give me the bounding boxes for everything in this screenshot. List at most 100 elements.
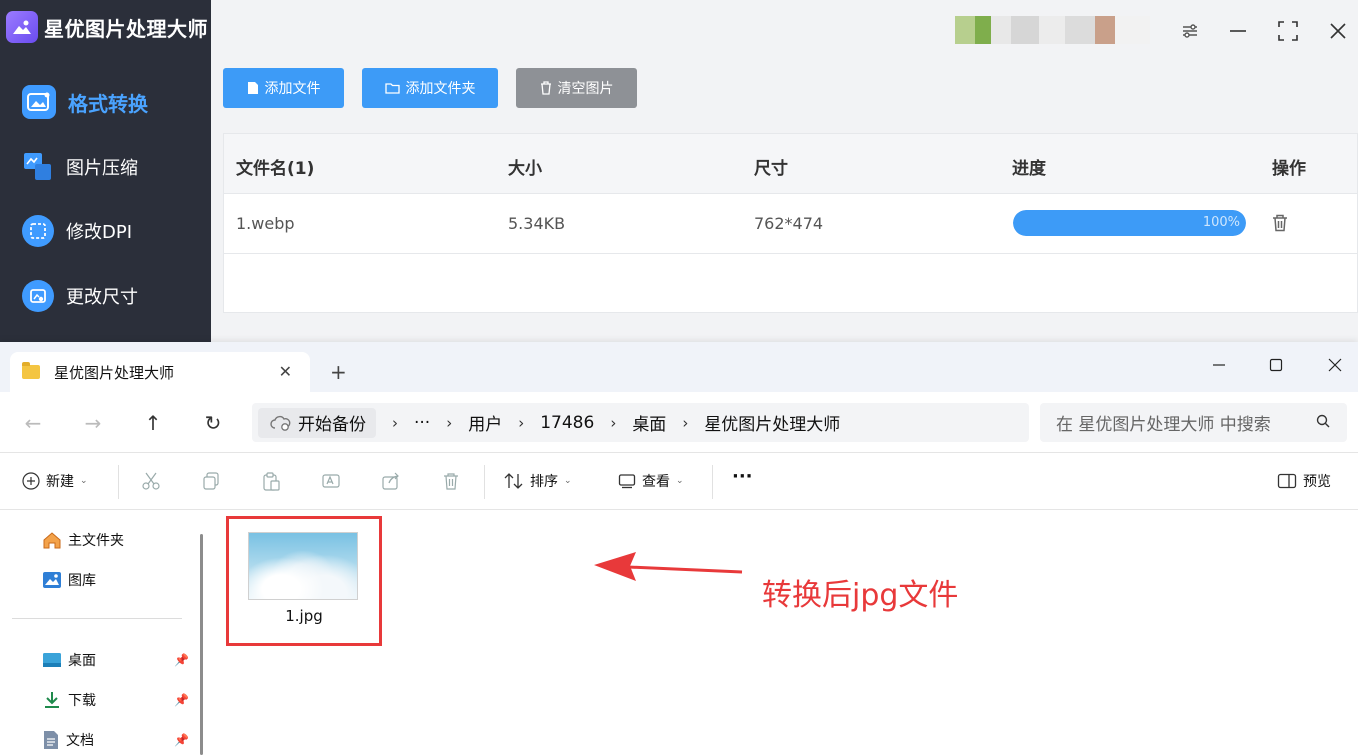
preview-pane-icon <box>1277 473 1297 489</box>
file-name: 1.jpg <box>285 607 323 625</box>
file-thumbnail <box>248 532 358 600</box>
cell-filename: 1.webp <box>236 214 295 233</box>
annotation-text: 转换后jpg文件 <box>762 578 959 613</box>
divider <box>118 465 119 499</box>
forward-icon[interactable]: → <box>80 410 106 436</box>
new-button[interactable]: 新建 ⌄ <box>22 471 88 491</box>
resize-icon <box>22 280 54 312</box>
up-icon[interactable]: ↑ <box>140 410 166 436</box>
add-file-button[interactable]: 添加文件 <box>223 68 344 108</box>
divider <box>484 465 485 499</box>
refresh-icon[interactable]: ↻ <box>200 410 226 436</box>
folder-icon <box>22 362 40 379</box>
minimize-icon[interactable] <box>1225 18 1251 44</box>
explorer-minimize-icon[interactable] <box>1204 350 1234 380</box>
file-add-icon <box>247 82 258 94</box>
column-header-progress: 进度 <box>1012 159 1046 179</box>
explorer-tab[interactable]: 星优图片处理大师 ✕ <box>10 352 310 392</box>
chevron-right-icon: › <box>610 413 617 432</box>
nav-item-dpi[interactable]: 修改DPI <box>22 215 132 247</box>
rename-icon[interactable] <box>320 470 342 492</box>
nav-item-format-convert[interactable]: 格式转换 <box>22 85 148 119</box>
sidebar-item-gallery[interactable]: 图库 <box>42 570 96 590</box>
app-logo: 星优图片处理大师 <box>6 11 208 43</box>
view-label: 查看 <box>642 474 670 490</box>
plus-circle-icon <box>22 472 40 490</box>
sort-button[interactable]: 排序 ⌄ <box>504 471 572 491</box>
image-convert-icon <box>22 85 56 119</box>
folder-icon <box>384 83 400 94</box>
new-tab-icon[interactable]: + <box>330 360 347 384</box>
delete-icon[interactable] <box>440 470 462 492</box>
document-icon <box>44 731 58 749</box>
add-folder-button[interactable]: 添加文件夹 <box>362 68 498 108</box>
trash-icon <box>540 81 551 95</box>
cell-size: 5.34KB <box>508 214 566 233</box>
explorer-sidebar: 主文件夹 图库 桌面 📌 下载 📌 文档 📌 <box>0 510 205 755</box>
clear-images-label: 清空图片 <box>557 81 614 97</box>
chevron-down-icon: ⌄ <box>564 476 572 486</box>
paste-icon[interactable] <box>260 470 282 492</box>
table-row[interactable]: 1.webp 5.34KB 762*474 100% <box>224 194 1357 254</box>
tab-close-icon[interactable]: ✕ <box>279 362 292 381</box>
nav-item-label: 格式转换 <box>68 91 148 116</box>
download-icon <box>45 692 59 708</box>
nav-item-label: 更改尺寸 <box>66 287 138 308</box>
sidebar-item-label: 文档 <box>66 733 94 749</box>
explorer-close-icon[interactable] <box>1320 350 1350 380</box>
address-bar[interactable]: 开始备份 › ··· › 用户 › 17486 › 桌面 › 星优图片处理大师 <box>252 403 1029 442</box>
sidebar-item-desktop[interactable]: 桌面 <box>42 650 96 670</box>
sidebar-item-home[interactable]: 主文件夹 <box>42 530 124 550</box>
clear-images-button[interactable]: 清空图片 <box>516 68 637 108</box>
nav-item-compress[interactable]: 图片压缩 <box>22 151 138 183</box>
column-header-actions: 操作 <box>1272 159 1306 179</box>
breadcrumb-desktop[interactable]: 桌面 <box>632 410 666 435</box>
file-item-highlighted[interactable]: 1.jpg <box>226 516 382 646</box>
more-label: ··· <box>732 466 753 487</box>
breadcrumb-ellipsis[interactable]: ··· <box>414 413 430 433</box>
nav-item-resize[interactable]: 更改尺寸 <box>22 280 138 312</box>
pin-icon[interactable]: 📌 <box>174 733 189 747</box>
sidebar-item-downloads[interactable]: 下载 <box>42 690 96 710</box>
breadcrumb-current-folder[interactable]: 星优图片处理大师 <box>704 410 840 435</box>
chevron-right-icon: › <box>446 413 453 432</box>
app-logo-icon <box>6 11 38 43</box>
preview-pane-button[interactable]: 预览 <box>1277 471 1331 491</box>
chevron-down-icon: ⌄ <box>676 476 684 486</box>
pin-icon[interactable]: 📌 <box>174 693 189 707</box>
sidebar-item-label: 桌面 <box>68 653 96 669</box>
column-header-size: 大小 <box>508 159 542 179</box>
view-button[interactable]: 查看 ⌄ <box>618 471 684 491</box>
close-icon[interactable] <box>1325 18 1351 44</box>
nav-item-label: 图片压缩 <box>66 158 138 179</box>
sidebar-item-documents[interactable]: 文档 <box>42 730 94 750</box>
breadcrumb-user-id[interactable]: 17486 <box>540 413 594 433</box>
cell-dimensions: 762*474 <box>754 214 824 233</box>
view-icon <box>618 474 636 489</box>
more-options-button[interactable]: ··· <box>732 466 753 487</box>
back-icon[interactable]: ← <box>20 410 46 436</box>
settings-icon[interactable] <box>1177 18 1203 44</box>
backup-crumb[interactable]: 开始备份 <box>258 407 376 438</box>
delete-row-icon[interactable] <box>1272 214 1288 236</box>
breadcrumb-users[interactable]: 用户 <box>468 410 502 435</box>
app-sidebar: 星优图片处理大师 格式转换 图片压缩 修改DPI 更改尺寸 <box>0 0 211 345</box>
add-file-label: 添加文件 <box>264 81 321 97</box>
sidebar-scrollbar[interactable] <box>200 534 203 755</box>
chevron-down-icon: ⌄ <box>80 476 88 486</box>
copy-icon[interactable] <box>200 470 222 492</box>
explorer-tabbar: 星优图片处理大师 ✕ + <box>0 342 1358 392</box>
share-icon[interactable] <box>380 470 402 492</box>
sort-icon <box>504 473 523 489</box>
user-avatar-blurred[interactable] <box>955 16 1150 44</box>
table-header: 文件名(1) 大小 尺寸 进度 操作 <box>224 134 1357 194</box>
pin-icon[interactable]: 📌 <box>174 653 189 667</box>
chevron-right-icon: › <box>392 413 398 432</box>
cut-icon[interactable] <box>140 470 162 492</box>
compress-icon <box>22 151 54 183</box>
fullscreen-icon[interactable] <box>1275 18 1301 44</box>
explorer-maximize-icon[interactable] <box>1261 350 1291 380</box>
add-folder-label: 添加文件夹 <box>405 81 476 97</box>
search-input[interactable]: 在 星优图片处理大师 中搜索 <box>1040 403 1347 442</box>
sidebar-item-label: 图库 <box>68 573 96 589</box>
